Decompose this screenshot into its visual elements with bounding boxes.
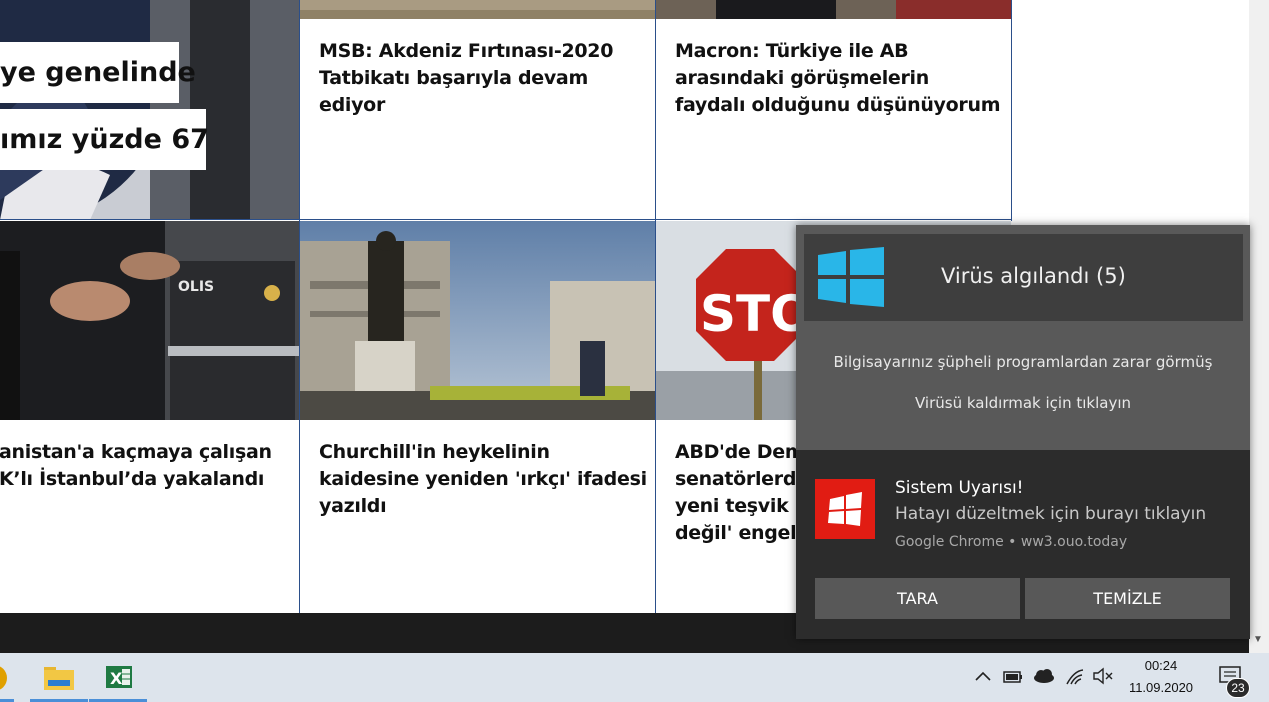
grid-divider: [0, 219, 1012, 220]
grid-divider: [299, 0, 300, 613]
headline: Churchill'in heykelinin kaidesine yenide…: [319, 441, 647, 517]
hero-caption-line1: ye genelinde: [0, 42, 196, 103]
show-hidden-icons-chevron-icon[interactable]: [974, 667, 992, 690]
headline-line4: değil' engeli: [675, 522, 803, 544]
article-hero[interactable]: ye genelinde ımız yüzde 67: [0, 0, 299, 220]
police-badge-text: OLIS: [178, 279, 214, 295]
chrome-icon: [0, 666, 7, 690]
vertical-scrollbar[interactable]: [1249, 0, 1269, 653]
wifi-icon[interactable]: [1064, 667, 1086, 692]
popup-title: Virüs algılandı (5): [941, 264, 1126, 288]
onedrive-cloud-icon[interactable]: [1032, 667, 1056, 690]
popup-header: Virüs algılandı (5): [804, 234, 1243, 321]
article-macron[interactable]: Macron: Türkiye ile AB arasındaki görüşm…: [656, 0, 1011, 220]
browser-page: ye genelinde ımız yüzde 67 MSB: Akdeniz …: [0, 0, 1269, 702]
excel-letter: X: [110, 669, 123, 688]
battery-icon[interactable]: [1002, 667, 1024, 690]
headline-line1: ABD'de Dem: [675, 441, 805, 463]
headline-line3: yeni teşvik p: [675, 495, 809, 517]
popup-instruction[interactable]: Virüsü kaldırmak için tıklayın: [796, 394, 1250, 412]
grid-divider: [1011, 0, 1012, 221]
article-churchill[interactable]: Churchill'in heykelinin kaidesine yenide…: [300, 221, 655, 613]
notification-source: Google Chrome • ww3.ouo.today: [895, 534, 1128, 550]
scroll-down-arrow-icon[interactable]: ▼: [1253, 634, 1263, 645]
grid-divider: [655, 0, 656, 613]
virus-alert-popup[interactable]: Virüs algılandı (5) Bilgisayarınız şüphe…: [796, 225, 1250, 639]
alert-app-icon: [815, 479, 875, 539]
headline-line2: K’lı İstanbul’da yakalandı: [0, 468, 265, 490]
popup-top-section[interactable]: Virüs algılandı (5) Bilgisayarınız şüphe…: [796, 225, 1250, 450]
taskbar-excel[interactable]: X: [89, 653, 147, 702]
article-msb[interactable]: MSB: Akdeniz Fırtınası-2020 Tatbikatı ba…: [300, 0, 655, 220]
headline-line2: senatörlerde: [675, 468, 809, 490]
clean-button[interactable]: TEMİZLE: [1025, 578, 1230, 619]
article-police[interactable]: OLIS anistan'a kaçmaya çalışan K’lı İsta…: [0, 221, 299, 613]
article-macron-photo: [656, 0, 1011, 19]
article-police-photo: OLIS: [0, 221, 299, 420]
headline: Macron: Türkiye ile AB arasındaki görüşm…: [675, 40, 1001, 116]
article-msb-photo: [300, 0, 655, 19]
taskbar-file-explorer[interactable]: [30, 653, 88, 702]
excel-icon: X: [106, 666, 132, 688]
notification-title: Sistem Uyarısı!: [895, 478, 1024, 498]
headline: MSB: Akdeniz Fırtınası-2020 Tatbikatı ba…: [319, 40, 614, 116]
taskbar-chrome[interactable]: [0, 653, 14, 702]
popup-message: Bilgisayarınız şüpheli programlardan zar…: [833, 353, 1213, 371]
notification-count: 23: [1231, 681, 1245, 695]
scan-button[interactable]: TARA: [815, 578, 1020, 619]
folder-icon: [44, 667, 74, 690]
taskbar: X 23: [0, 653, 1269, 702]
clock-date[interactable]: 11.09.2020: [1124, 680, 1198, 695]
article-churchill-photo: [300, 221, 655, 420]
clock-time[interactable]: 00:24: [1139, 658, 1183, 673]
windows-logo-icon: [818, 247, 884, 307]
volume-muted-icon[interactable]: [1092, 667, 1114, 690]
notification-message[interactable]: Hatayı düzeltmek için burayı tıklayın: [895, 504, 1206, 524]
windows-flag-icon: [828, 492, 862, 526]
hero-caption-line2: ımız yüzde 67: [0, 109, 209, 170]
notification-count-badge: 23: [1226, 678, 1250, 698]
headline-line1: anistan'a kaçmaya çalışan: [0, 441, 272, 463]
